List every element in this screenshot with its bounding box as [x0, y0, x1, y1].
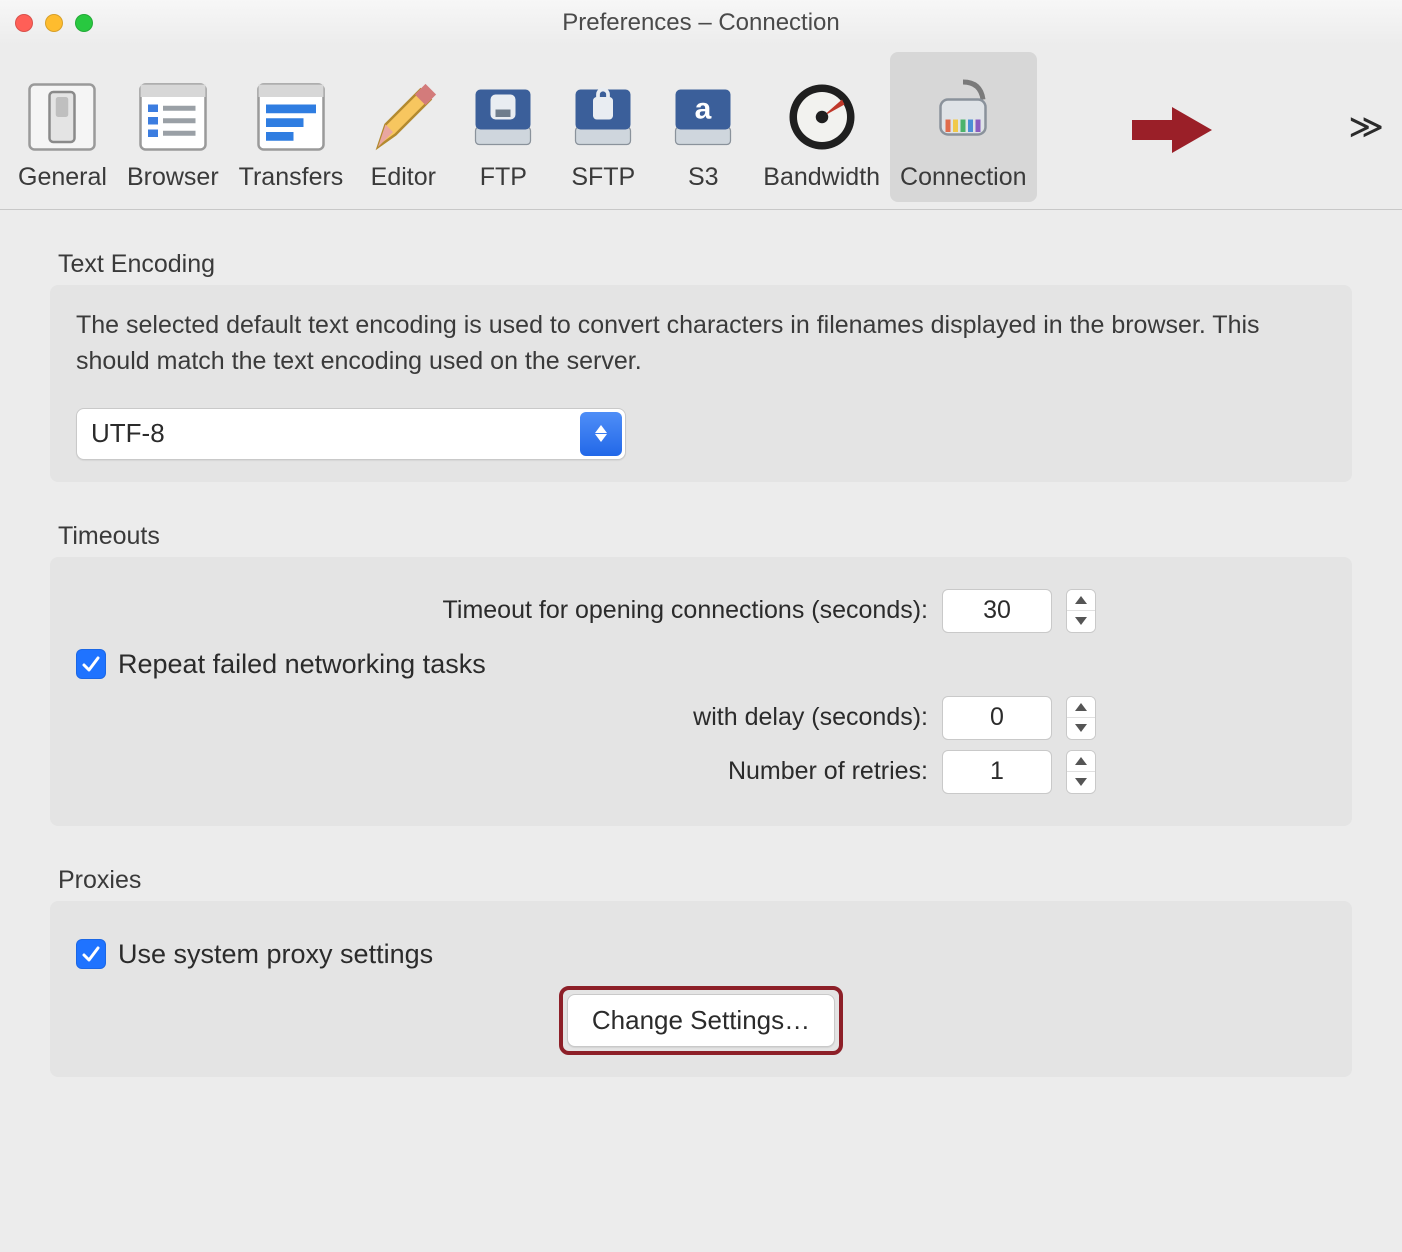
tab-label: Editor: [371, 163, 436, 192]
use-system-proxy-checkbox[interactable]: [76, 939, 106, 969]
bandwidth-icon: [782, 77, 862, 157]
delay-input[interactable]: 0: [942, 696, 1052, 740]
row-use-system-proxy: Use system proxy settings: [76, 939, 1326, 970]
tab-label: Connection: [900, 163, 1026, 192]
toolbar-overflow-icon[interactable]: ≫: [1348, 107, 1384, 147]
delay-label: with delay (seconds):: [693, 703, 928, 732]
svg-text:a: a: [695, 92, 712, 125]
tab-label: Transfers: [239, 163, 344, 192]
stepper-up-icon[interactable]: [1067, 590, 1095, 612]
row-retries: Number of retries: 1: [76, 750, 1326, 794]
tab-ftp[interactable]: FTP: [453, 52, 553, 202]
open-timeout-stepper[interactable]: [1066, 589, 1096, 633]
annotation-highlight: Change Settings…: [76, 986, 1326, 1055]
preferences-content: Text Encoding The selected default text …: [0, 210, 1402, 1157]
preferences-toolbar: General Browser Transfers Editor FTP SFT…: [0, 45, 1402, 210]
minimize-window-button[interactable]: [45, 14, 63, 32]
tab-label: General: [18, 163, 107, 192]
stepper-up-icon[interactable]: [1067, 697, 1095, 719]
retries-input[interactable]: 1: [942, 750, 1052, 794]
use-system-proxy-label: Use system proxy settings: [118, 939, 433, 970]
editor-icon: [363, 77, 443, 157]
window-controls: [15, 14, 93, 32]
window-title: Preferences – Connection: [0, 9, 1402, 37]
general-icon: [22, 77, 102, 157]
tab-connection[interactable]: Connection: [890, 52, 1036, 202]
close-window-button[interactable]: [15, 14, 33, 32]
group-text-encoding: The selected default text encoding is us…: [50, 285, 1352, 482]
text-encoding-description: The selected default text encoding is us…: [76, 307, 1326, 380]
stepper-down-icon[interactable]: [1067, 772, 1095, 793]
tab-transfers[interactable]: Transfers: [229, 52, 354, 202]
zoom-window-button[interactable]: [75, 14, 93, 32]
retries-stepper[interactable]: [1066, 750, 1096, 794]
stepper-up-icon[interactable]: [1067, 751, 1095, 773]
sftp-icon: [563, 77, 643, 157]
tab-general[interactable]: General: [8, 52, 117, 202]
repeat-tasks-checkbox[interactable]: [76, 649, 106, 679]
tab-s3[interactable]: a S3: [653, 52, 753, 202]
row-repeat-tasks: Repeat failed networking tasks: [76, 649, 1326, 680]
retries-label: Number of retries:: [728, 757, 928, 786]
stepper-down-icon[interactable]: [1067, 611, 1095, 632]
open-timeout-label: Timeout for opening connections (seconds…: [443, 596, 928, 625]
connection-icon: [923, 77, 1003, 157]
tab-bandwidth[interactable]: Bandwidth: [753, 52, 890, 202]
annotation-arrow: [1132, 105, 1212, 155]
section-label-proxies: Proxies: [58, 866, 1352, 895]
tab-browser[interactable]: Browser: [117, 52, 229, 202]
tab-label: Bandwidth: [763, 163, 880, 192]
group-proxies: Use system proxy settings Change Setting…: [50, 901, 1352, 1077]
text-encoding-select[interactable]: UTF-8: [76, 408, 626, 460]
tab-label: FTP: [480, 163, 527, 192]
change-settings-button[interactable]: Change Settings…: [567, 994, 835, 1047]
tab-label: S3: [688, 163, 719, 192]
repeat-tasks-label: Repeat failed networking tasks: [118, 649, 486, 680]
tab-label: SFTP: [571, 163, 635, 192]
row-delay: with delay (seconds): 0: [76, 696, 1326, 740]
group-timeouts: Timeout for opening connections (seconds…: [50, 557, 1352, 826]
section-label-timeouts: Timeouts: [58, 522, 1352, 551]
open-timeout-input[interactable]: 30: [942, 589, 1052, 633]
s3-icon: a: [663, 77, 743, 157]
stepper-down-icon[interactable]: [1067, 718, 1095, 739]
titlebar: Preferences – Connection: [0, 0, 1402, 45]
tab-editor[interactable]: Editor: [353, 52, 453, 202]
chevron-up-down-icon: [580, 412, 622, 456]
row-open-timeout: Timeout for opening connections (seconds…: [76, 589, 1326, 633]
text-encoding-value: UTF-8: [91, 418, 165, 449]
browser-icon: [133, 77, 213, 157]
section-label-text-encoding: Text Encoding: [58, 250, 1352, 279]
delay-stepper[interactable]: [1066, 696, 1096, 740]
tab-sftp[interactable]: SFTP: [553, 52, 653, 202]
tab-label: Browser: [127, 163, 219, 192]
ftp-icon: [463, 77, 543, 157]
transfers-icon: [251, 77, 331, 157]
